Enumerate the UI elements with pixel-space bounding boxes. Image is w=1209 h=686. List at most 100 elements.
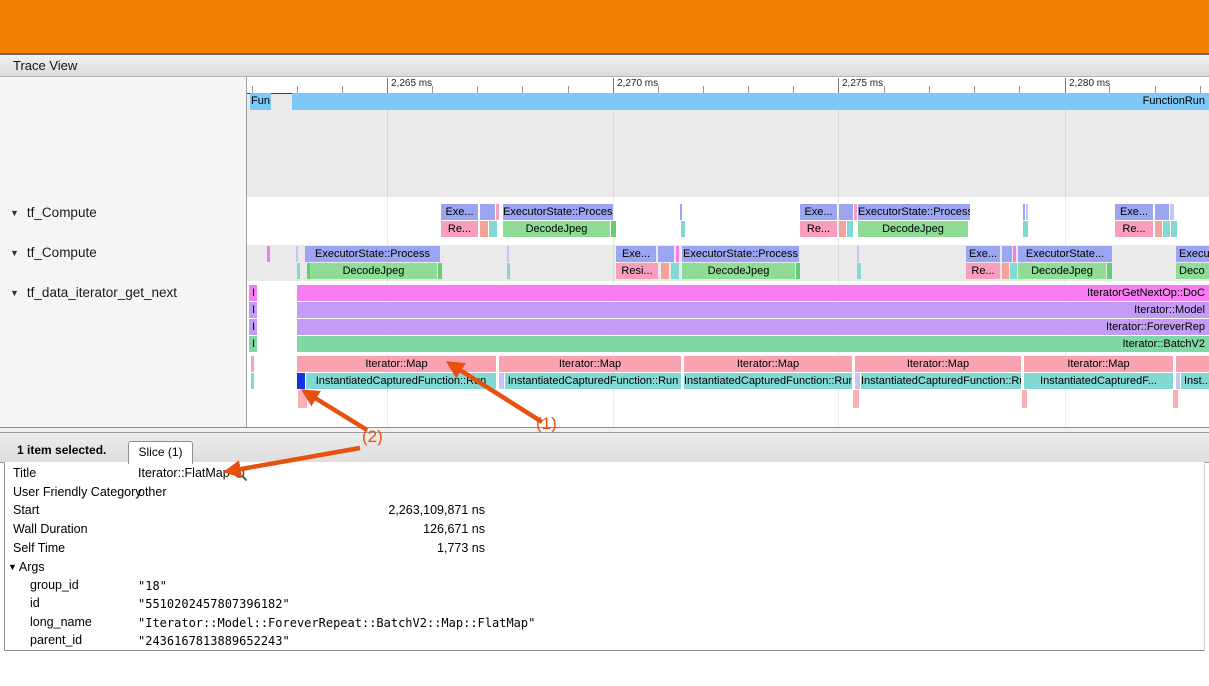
trace-event[interactable] — [857, 263, 861, 279]
trace-event[interactable]: DecodeJpeg — [858, 221, 968, 237]
trace-event[interactable] — [1173, 390, 1178, 408]
trace-event[interactable]: Inst... — [1181, 373, 1209, 389]
trace-event[interactable] — [661, 263, 669, 279]
trace-event[interactable]: Exe... — [1115, 204, 1153, 220]
trace-event[interactable] — [676, 246, 679, 262]
trace-event[interactable]: Iterator::BatchV2 — [297, 336, 1209, 352]
trace-event-selected[interactable] — [297, 373, 305, 389]
trace-event[interactable]: I — [249, 285, 257, 301]
trace-event[interactable]: InstantiatedCapturedFunction::Run — [306, 373, 496, 389]
trace-event[interactable] — [496, 204, 499, 220]
trace-event[interactable] — [796, 263, 800, 279]
trace-event[interactable] — [671, 263, 679, 279]
trace-event[interactable]: Fun — [250, 93, 271, 110]
trace-event[interactable]: IteratorGetNextOp::DoC — [297, 285, 1209, 301]
trace-event[interactable] — [1176, 356, 1209, 372]
trace-event[interactable] — [1176, 373, 1180, 389]
trace-event[interactable]: Exe... — [966, 246, 1000, 262]
trace-event[interactable]: Re... — [1115, 221, 1153, 237]
trace-event[interactable] — [251, 373, 254, 389]
trace-event[interactable] — [480, 221, 488, 237]
trace-event[interactable] — [681, 221, 685, 237]
trace-event[interactable] — [1022, 390, 1027, 408]
trace-event[interactable] — [1171, 221, 1177, 237]
trace-event[interactable] — [1107, 263, 1112, 279]
trace-event[interactable]: Iterator::Map — [297, 356, 496, 372]
trace-event[interactable] — [1013, 246, 1016, 262]
trace-event[interactable] — [480, 204, 495, 220]
trace-event[interactable]: ExecutorState... — [1018, 246, 1112, 262]
trace-event[interactable]: InstantiatedCapturedFunction::Run — [684, 373, 852, 389]
sidebar-track-tf_Compute[interactable]: ▼tf_Compute — [10, 205, 97, 221]
trace-event[interactable] — [298, 390, 307, 408]
trace-event[interactable] — [855, 373, 860, 389]
trace-event[interactable]: Iterator::Model — [297, 302, 1209, 318]
magnifier-icon[interactable] — [233, 467, 249, 483]
trace-event[interactable]: Re... — [800, 221, 837, 237]
trace-event[interactable]: Iterator::Map — [1024, 356, 1173, 372]
trace-event[interactable]: DecodeJpeg — [682, 263, 795, 279]
trace-event[interactable]: InstantiatedCapturedFunction::Run — [861, 373, 1021, 389]
trace-event[interactable] — [499, 373, 504, 389]
trace-event[interactable]: Execu — [1176, 246, 1209, 262]
args-toggle[interactable]: ▼Args — [8, 560, 45, 574]
trace-event[interactable]: Exe... — [800, 204, 837, 220]
trace-event[interactable]: Iterator::Map — [855, 356, 1021, 372]
trace-event[interactable]: I — [249, 319, 257, 335]
trace-event[interactable]: DecodeJpeg — [310, 263, 437, 279]
trace-event[interactable] — [847, 221, 853, 237]
trace-event[interactable]: Re... — [966, 263, 1000, 279]
timeline-ruler[interactable]: 2,265 ms2,270 ms2,275 ms2,280 ms — [247, 77, 1209, 94]
trace-event[interactable]: ExecutorState::Process — [503, 204, 613, 220]
trace-event[interactable] — [1002, 246, 1012, 262]
trace-event[interactable] — [1155, 221, 1162, 237]
minor-tick — [703, 86, 704, 93]
timeline-panel[interactable]: ▼tf_Compute ▼tf_Compute ▼tf_data_iterator_… — [0, 77, 1209, 427]
trace-event[interactable]: ExecutorState::Process — [305, 246, 440, 262]
trace-event[interactable]: InstantiatedCapturedF... — [1024, 373, 1173, 389]
trace-event[interactable] — [267, 246, 270, 262]
trace-event[interactable] — [839, 221, 846, 237]
sidebar-track-tf_data_iterator_get_next[interactable]: ▼tf_data_iterator_get_next — [10, 285, 177, 301]
trace-event[interactable] — [853, 390, 859, 408]
trace-event[interactable] — [507, 263, 510, 279]
trace-event[interactable] — [1170, 204, 1174, 220]
trace-event[interactable]: DecodeJpeg — [1018, 263, 1106, 279]
trace-event[interactable] — [1002, 263, 1009, 279]
trace-event[interactable] — [1023, 204, 1025, 220]
trace-event[interactable] — [1163, 221, 1170, 237]
trace-event[interactable]: Re... — [441, 221, 478, 237]
tab-slice[interactable]: Slice (1) — [128, 441, 193, 464]
trace-event[interactable] — [854, 204, 857, 220]
trace-event[interactable]: Deco — [1176, 263, 1209, 279]
trace-event[interactable]: Resi... — [616, 263, 658, 279]
trace-event[interactable]: ExecutorState::Process — [858, 204, 970, 220]
trace-event[interactable] — [857, 246, 859, 262]
trace-event[interactable]: DecodeJpeg — [503, 221, 610, 237]
trace-event[interactable] — [296, 246, 298, 262]
trace-event[interactable]: I — [249, 336, 257, 352]
trace-event[interactable]: ExecutorState::Process — [682, 246, 799, 262]
trace-event[interactable] — [1010, 263, 1017, 279]
trace-event[interactable] — [438, 263, 442, 279]
trace-event[interactable]: Iterator::ForeverRep — [297, 319, 1209, 335]
trace-event[interactable] — [251, 356, 254, 372]
trace-event[interactable] — [839, 204, 853, 220]
trace-event[interactable]: I — [249, 302, 257, 318]
trace-event[interactable] — [611, 221, 616, 237]
trace-event[interactable]: Iterator::Map — [499, 356, 681, 372]
sidebar-track-tf_Compute[interactable]: ▼tf_Compute — [10, 245, 97, 261]
trace-event[interactable] — [658, 246, 674, 262]
trace-event[interactable]: Exe... — [616, 246, 656, 262]
trace-event[interactable]: InstantiatedCapturedFunction::Run — [505, 373, 681, 389]
trace-event[interactable] — [507, 246, 509, 262]
trace-event[interactable]: FunctionRun — [292, 93, 1209, 110]
trace-event[interactable] — [1155, 204, 1169, 220]
trace-event[interactable] — [1026, 204, 1028, 220]
trace-event[interactable] — [1023, 221, 1028, 237]
trace-event[interactable] — [489, 221, 497, 237]
trace-event[interactable]: Iterator::Map — [684, 356, 852, 372]
trace-event[interactable]: Exe... — [441, 204, 478, 220]
trace-event[interactable] — [297, 263, 300, 279]
trace-event[interactable] — [680, 204, 682, 220]
